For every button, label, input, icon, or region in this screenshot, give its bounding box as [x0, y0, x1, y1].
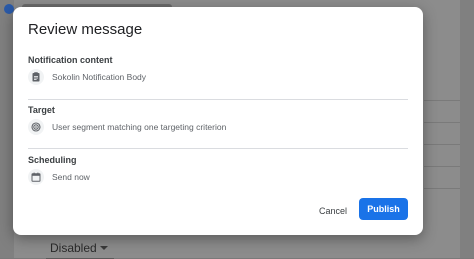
- publish-button[interactable]: Publish: [359, 198, 408, 220]
- dialog-title: Review message: [28, 21, 143, 38]
- background-dropdown-value: Disabled: [50, 241, 97, 255]
- caret-down-icon: [100, 246, 108, 250]
- section-value: User segment matching one targeting crit…: [52, 122, 227, 132]
- section-title: Notification content: [28, 55, 113, 65]
- background-divider: [424, 166, 460, 167]
- background-divider: [424, 188, 460, 189]
- background-divider: [424, 100, 460, 101]
- section-row: Sokolin Notification Body: [28, 69, 146, 85]
- review-message-dialog: Review message Notification content Soko…: [13, 7, 423, 235]
- section-value: Send now: [52, 172, 90, 182]
- divider: [28, 99, 408, 100]
- section-row: User segment matching one targeting crit…: [28, 119, 226, 135]
- section-title: Scheduling: [28, 155, 77, 165]
- calendar-icon: [28, 169, 44, 185]
- background-dropdown[interactable]: Disabled: [46, 236, 114, 259]
- section-row: Send now: [28, 169, 90, 185]
- clipboard-icon: [28, 69, 44, 85]
- target-icon: [28, 119, 44, 135]
- background-divider: [424, 122, 460, 123]
- section-title: Target: [28, 105, 55, 115]
- cancel-button[interactable]: Cancel: [309, 200, 357, 222]
- background-divider: [424, 144, 460, 145]
- divider: [28, 148, 408, 149]
- section-value: Sokolin Notification Body: [52, 72, 147, 82]
